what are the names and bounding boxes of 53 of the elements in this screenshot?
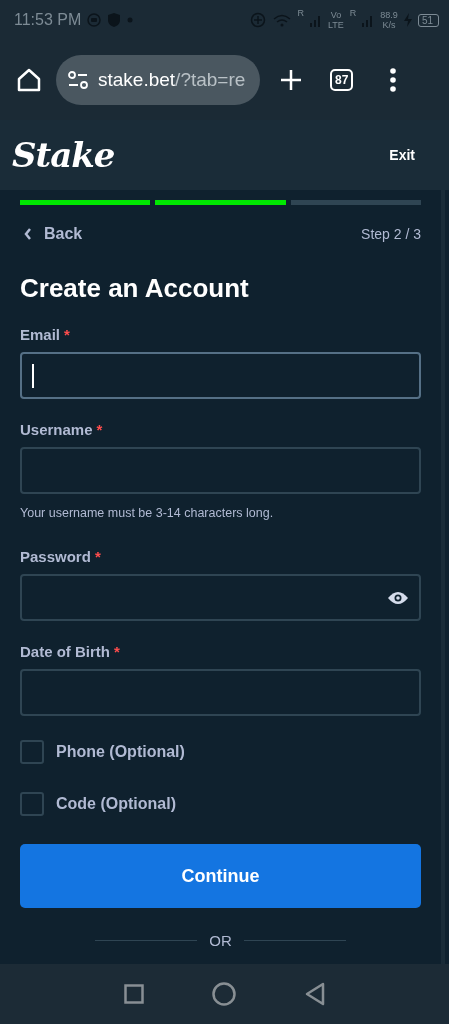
plus-icon[interactable]: [280, 69, 302, 91]
tab-count-button[interactable]: 87: [330, 69, 354, 91]
volte-label: Vo: [330, 10, 342, 20]
charging-icon: [403, 13, 412, 27]
required-mark: *: [64, 326, 70, 343]
helper-text: Your username must be 3-14 characters long.: [20, 506, 275, 520]
input-field[interactable]: [20, 352, 421, 399]
wifi-icon: [271, 13, 292, 27]
required-mark: *: [114, 643, 120, 660]
logo[interactable]: Stake: [12, 135, 115, 175]
step-indicator: Step 2 / 3: [361, 226, 421, 242]
exit-button[interactable]: Exit: [383, 146, 421, 164]
input-field[interactable]: [20, 574, 421, 621]
input-field[interactable]: [20, 447, 421, 494]
field-label: Date of Birth: [20, 643, 110, 660]
field-label: Username: [20, 421, 93, 438]
data-saver-icon: [249, 12, 266, 28]
checkbox[interactable]: [20, 792, 44, 816]
clock: 11:53 PM: [14, 11, 82, 29]
back-button[interactable]: Back: [20, 225, 83, 243]
page-title: Create an Account: [20, 273, 250, 304]
lte-label: LTE: [328, 20, 344, 30]
text-cursor: [32, 363, 34, 388]
continue-button[interactable]: Continue: [20, 844, 421, 908]
home-icon[interactable]: [16, 67, 42, 93]
recents-icon[interactable]: [124, 984, 145, 1004]
battery-indicator: 51: [417, 13, 439, 27]
roaming-label: R: [297, 8, 304, 18]
required-mark: *: [96, 421, 103, 438]
required-mark: *: [94, 548, 101, 565]
field-label: Password: [20, 548, 91, 565]
site-settings-icon[interactable]: [68, 71, 88, 89]
shield-icon: [107, 12, 122, 28]
eye-icon[interactable]: [387, 590, 409, 605]
address-bar[interactable]: stake.bet/?tab=re: [56, 55, 260, 105]
signal-icon: [310, 13, 322, 27]
checkbox-label[interactable]: Phone (Optional): [56, 743, 185, 761]
signal-icon: [362, 13, 375, 27]
back-triangle-icon[interactable]: [304, 982, 325, 1006]
chevron-left-icon: [24, 228, 32, 240]
menu-icon[interactable]: [389, 68, 398, 92]
url-text: stake.bet/?tab=re: [98, 69, 246, 91]
input-field[interactable]: [20, 669, 421, 716]
checkbox-label[interactable]: Code (Optional): [56, 795, 176, 813]
home-circle-icon[interactable]: [212, 982, 237, 1006]
speed-value: 88.9: [380, 10, 398, 20]
field-label: Email: [20, 326, 61, 343]
dot-icon: [127, 17, 134, 23]
checkbox[interactable]: [20, 740, 44, 764]
roaming-label: R: [349, 8, 357, 18]
divider-text: OR: [209, 932, 232, 949]
camera-icon: [87, 13, 102, 27]
speed-unit: K/s: [382, 20, 396, 30]
